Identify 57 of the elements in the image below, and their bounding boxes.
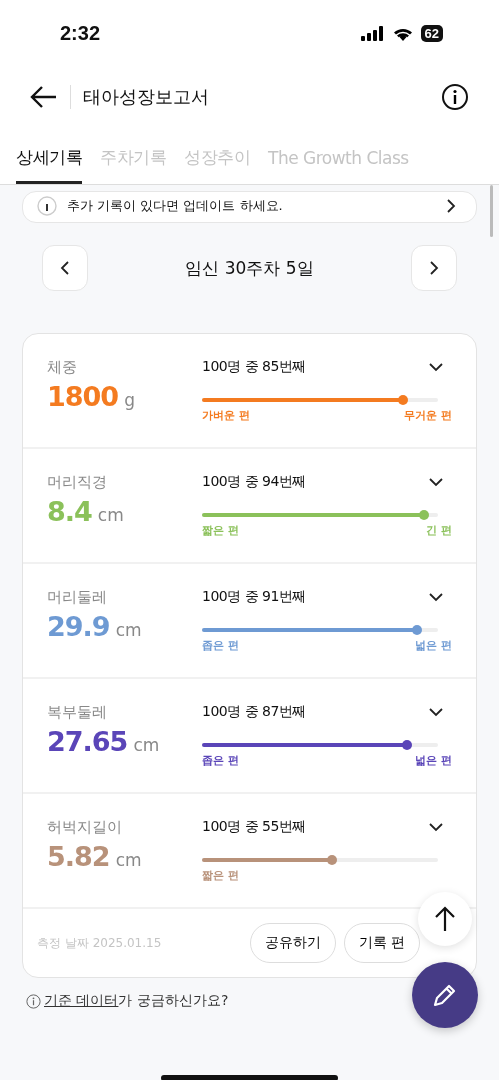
signal-icon xyxy=(360,25,385,41)
reference-data-link[interactable]: 기준 데이터 xyxy=(44,992,119,1008)
chevron-down-icon[interactable] xyxy=(428,822,444,832)
metric-value: 29.9 xyxy=(47,611,110,642)
low-end-label: 좁은 편 xyxy=(202,753,239,768)
metric-value: 5.82 xyxy=(47,841,110,872)
chevron-left-icon xyxy=(60,260,70,276)
low-end-label: 가벼운 편 xyxy=(202,408,250,423)
measurement-date: 측정 날짜 2025.01.15 xyxy=(37,934,162,952)
percentile-rank: 100명 중 85번째 xyxy=(202,358,306,376)
percentile-rank: 100명 중 87번째 xyxy=(202,703,306,721)
chevron-down-icon[interactable] xyxy=(428,362,444,372)
high-end-label: 넓은 편 xyxy=(415,753,452,768)
chevron-right-icon xyxy=(429,260,439,276)
metric-unit: cm xyxy=(97,505,124,525)
metric-unit: cm xyxy=(115,850,142,870)
percentile-rank: 100명 중 55번째 xyxy=(202,818,306,836)
info-icon xyxy=(26,993,41,1009)
edit-fab-button[interactable] xyxy=(412,962,478,1028)
metric-label: 체중 xyxy=(47,358,78,377)
tab[interactable]: 상세기록 xyxy=(16,142,82,184)
scrollbar xyxy=(490,185,493,237)
metric-unit: cm xyxy=(115,620,142,640)
notice-banner[interactable]: 추가 기록이 있다면 업데이트 하세요. xyxy=(22,191,477,223)
metric-unit: g xyxy=(124,390,135,410)
help-text: 기준 데이터 가 궁금하신가요? xyxy=(44,992,229,1010)
chevron-down-icon[interactable] xyxy=(428,707,444,717)
low-end-label: 짧은 편 xyxy=(202,868,239,883)
action-button[interactable]: 기록 편 xyxy=(343,923,420,963)
percentile-rank: 100명 중 91번째 xyxy=(202,588,306,606)
high-end-label: 긴 편 xyxy=(426,523,452,538)
metric-unit: cm xyxy=(133,735,160,755)
metric-label: 복부둘레 xyxy=(47,703,108,722)
week-label: 임신 30주차 5일 xyxy=(185,256,314,280)
chevron-right-icon xyxy=(446,199,456,213)
page-title: 태아성장보고서 xyxy=(83,85,210,109)
metric-value: 27.65 xyxy=(47,726,128,757)
back-arrow-icon[interactable] xyxy=(30,85,58,109)
high-end-label: 무거운 편 xyxy=(404,408,452,423)
metric-label: 머리직경 xyxy=(47,473,108,492)
status-time: 2:32 xyxy=(60,21,101,45)
percentile-rank: 100명 중 94번째 xyxy=(202,473,306,491)
low-end-label: 좁은 편 xyxy=(202,638,239,653)
chevron-down-icon[interactable] xyxy=(428,477,444,487)
metric-label: 머리둘레 xyxy=(47,588,108,607)
battery-level: 62 xyxy=(420,24,443,42)
metric-value: 8.4 xyxy=(47,496,92,527)
metric-label: 허벅지길이 xyxy=(47,818,123,837)
info-icon[interactable] xyxy=(441,83,469,111)
up-arrow-icon xyxy=(434,906,456,932)
high-end-label: 넓은 편 xyxy=(415,638,452,653)
low-end-label: 짧은 편 xyxy=(202,523,239,538)
notice-text: 추가 기록이 있다면 업데이트 하세요. xyxy=(67,197,284,215)
info-icon xyxy=(37,196,57,216)
chevron-down-icon[interactable] xyxy=(428,592,444,602)
action-button[interactable]: 공유하기 xyxy=(249,923,336,963)
metric-value: 1800 xyxy=(47,381,119,412)
